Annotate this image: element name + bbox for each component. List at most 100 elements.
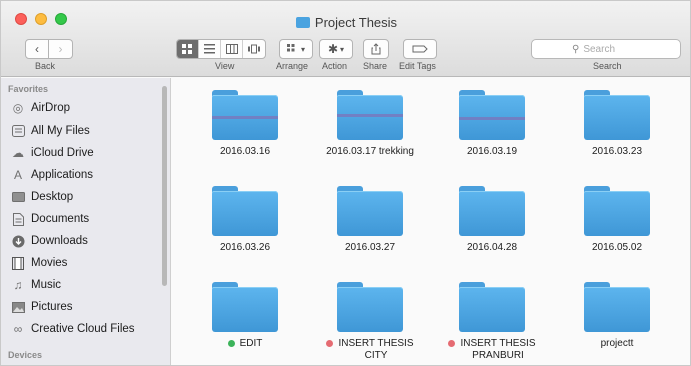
- search-icon: ⚲: [572, 43, 580, 55]
- sidebar-item-label: Applications: [31, 169, 94, 181]
- folder-item[interactable]: 2016.03.17 trekking: [305, 90, 435, 158]
- sidebar-item-label: Pictures: [31, 301, 73, 313]
- folder-name: 2016.04.28: [466, 242, 518, 253]
- grid-icon: [182, 43, 192, 54]
- cover-flow-view-button[interactable]: [243, 40, 265, 58]
- list-icon: [204, 44, 215, 54]
- folder-label: EDIT: [180, 338, 310, 350]
- back-button[interactable]: ‹: [25, 39, 49, 59]
- forward-button[interactable]: ›: [49, 39, 73, 59]
- share-label: Share: [363, 61, 388, 71]
- edit-tags-group: [403, 39, 437, 59]
- sidebar-item-pictures[interactable]: Pictures: [11, 297, 166, 317]
- arrange-button[interactable]: ▾: [279, 39, 313, 59]
- sidebar-item-all-my-files[interactable]: All My Files: [11, 121, 166, 141]
- action-button[interactable]: ✱ ▾: [319, 39, 353, 59]
- folder-name: 2016.03.19: [466, 146, 518, 157]
- share-button[interactable]: [363, 39, 389, 59]
- folder-item[interactable]: INSERT THESIS PRANBURI: [427, 282, 557, 362]
- sidebar-item-downloads[interactable]: Downloads: [11, 231, 166, 251]
- chevron-right-icon: ›: [58, 42, 63, 56]
- sidebar-item-icloud-drive[interactable]: ☁ iCloud Drive: [11, 143, 166, 163]
- folder-icon: [584, 186, 650, 236]
- sidebar-item-airdrop[interactable]: ◎ AirDrop: [11, 98, 166, 118]
- downloads-svg: [12, 235, 24, 247]
- folder-name: INSERT THESIS PRANBURI: [460, 338, 536, 361]
- desktop-svg: [11, 192, 25, 202]
- folder-item[interactable]: 2016.03.19: [427, 90, 557, 158]
- folder-name: 2016.03.16: [219, 146, 271, 157]
- folder-icon: [212, 186, 278, 236]
- cloud-icon: ☁: [12, 146, 24, 160]
- sidebar-scrollbar[interactable]: [162, 86, 167, 286]
- window-title: Project Thesis: [1, 15, 690, 30]
- folder-icon: [459, 90, 525, 140]
- red-tag-dot: [448, 340, 456, 347]
- folder-name: INSERT THESIS CITY: [338, 338, 414, 361]
- edit-tags-label: Edit Tags: [399, 61, 436, 71]
- all-files-svg: [11, 125, 25, 137]
- tag-icon: [412, 45, 428, 53]
- view-group: [176, 39, 266, 59]
- folder-item[interactable]: projectt: [552, 282, 682, 350]
- folder-item[interactable]: 2016.03.16: [180, 90, 310, 158]
- search-field[interactable]: ⚲: [531, 39, 681, 59]
- creative-cloud-icon: ∞: [13, 322, 23, 336]
- view-segmented-control: [176, 39, 266, 59]
- arrange-group: ▾: [279, 39, 313, 59]
- sidebar-item-desktop[interactable]: Desktop: [11, 187, 166, 207]
- finder-window: Project Thesis ‹ › Back View ▾ Arrange ✱…: [0, 0, 691, 366]
- folder-icon: [337, 282, 403, 332]
- folder-label: INSERT THESIS CITY: [305, 338, 435, 362]
- edit-tags-button[interactable]: [403, 39, 437, 59]
- folder-name: 2016.03.17 trekking: [326, 146, 414, 157]
- folder-name: 2016.03.26: [219, 242, 271, 253]
- folder-label: 2016.03.19: [427, 146, 557, 158]
- green-tag-dot: [227, 340, 235, 347]
- sidebar-item-label: AirDrop: [31, 102, 70, 114]
- search-input[interactable]: [583, 43, 674, 55]
- folder-name: projectt: [600, 338, 634, 349]
- folder-label: INSERT THESIS PRANBURI: [427, 338, 557, 362]
- gear-icon: ✱: [327, 42, 339, 56]
- folder-icon: [337, 186, 403, 236]
- airdrop-icon: ◎: [12, 101, 24, 115]
- folder-icon: [459, 282, 525, 332]
- chevron-down-icon: ▾: [340, 44, 345, 54]
- icon-view-button[interactable]: [177, 40, 199, 58]
- columns-icon: [225, 44, 238, 54]
- folder-icon: [295, 17, 310, 28]
- view-label: View: [215, 61, 235, 71]
- sidebar-item-applications[interactable]: A Applications: [11, 165, 166, 185]
- arrange-label: Arrange: [276, 61, 309, 71]
- sidebar-item-music[interactable]: ♫ Music: [11, 275, 166, 295]
- pictures-icon: [11, 300, 25, 314]
- list-view-button[interactable]: [199, 40, 221, 58]
- sidebar-item-label: Movies: [31, 257, 68, 269]
- share-icon: [371, 43, 381, 55]
- sidebar-item-label: Creative Cloud Files: [31, 323, 135, 335]
- documents-svg: [12, 212, 24, 226]
- sidebar-item-label: Downloads: [31, 235, 88, 247]
- folder-item[interactable]: 2016.03.23: [552, 90, 682, 158]
- action-group: ✱ ▾: [319, 39, 353, 59]
- sidebar-item-movies[interactable]: Movies: [11, 253, 166, 273]
- pictures-svg: [11, 301, 25, 313]
- folder-label: 2016.04.28: [427, 242, 557, 254]
- folder-label: 2016.03.17 trekking: [305, 146, 435, 158]
- folder-label: 2016.05.02: [552, 242, 682, 254]
- sidebar-item-label: All My Files: [31, 125, 90, 137]
- column-view-button[interactable]: [221, 40, 243, 58]
- folder-item[interactable]: 2016.03.27: [305, 186, 435, 254]
- folder-item[interactable]: 2016.05.02: [552, 186, 682, 254]
- folder-item[interactable]: 2016.04.28: [427, 186, 557, 254]
- sidebar-item-creative-cloud-files[interactable]: ∞ Creative Cloud Files: [11, 319, 166, 339]
- chevron-left-icon: ‹: [35, 42, 39, 56]
- folder-item[interactable]: EDIT: [180, 282, 310, 350]
- applications-icon: A: [13, 168, 22, 182]
- toolbar: Project Thesis ‹ › Back View ▾ Arrange ✱…: [1, 1, 690, 77]
- sidebar-item-documents[interactable]: Documents: [11, 209, 166, 229]
- folder-item[interactable]: INSERT THESIS CITY: [305, 282, 435, 362]
- folder-item[interactable]: 2016.03.26: [180, 186, 310, 254]
- music-icon: ♫: [13, 278, 23, 292]
